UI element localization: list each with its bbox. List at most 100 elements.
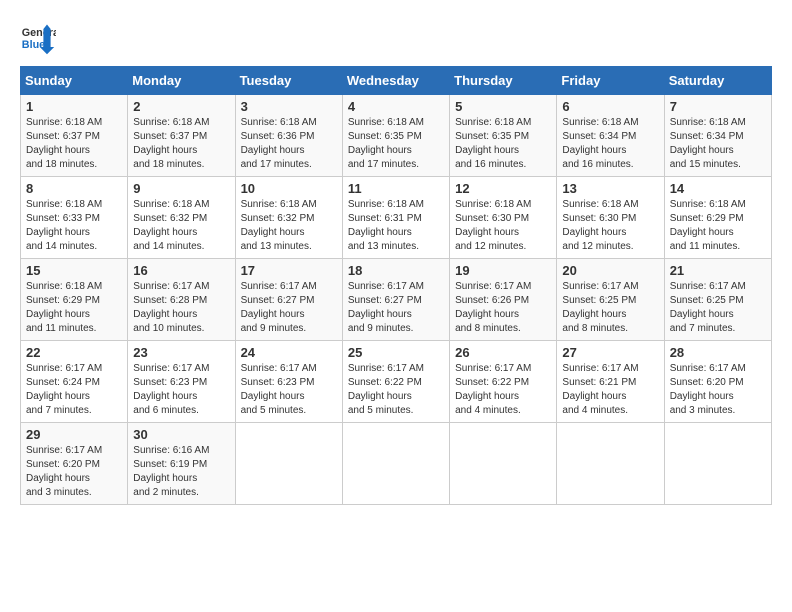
svg-text:General: General xyxy=(22,27,56,39)
calendar-cell: 24 Sunrise: 6:17 AMSunset: 6:23 PMDaylig… xyxy=(235,341,342,423)
svg-text:Blue: Blue xyxy=(22,39,45,51)
calendar-cell xyxy=(342,423,449,505)
day-number: 1 xyxy=(26,99,122,114)
calendar-cell: 17 Sunrise: 6:17 AMSunset: 6:27 PMDaylig… xyxy=(235,259,342,341)
day-info: Sunrise: 6:18 AMSunset: 6:31 PMDaylight … xyxy=(348,199,424,252)
day-info: Sunrise: 6:18 AMSunset: 6:32 PMDaylight … xyxy=(241,199,317,252)
weekday-header: Sunday xyxy=(21,67,128,95)
day-number: 12 xyxy=(455,181,551,196)
calendar-cell: 28 Sunrise: 6:17 AMSunset: 6:20 PMDaylig… xyxy=(664,341,771,423)
calendar-cell: 20 Sunrise: 6:17 AMSunset: 6:25 PMDaylig… xyxy=(557,259,664,341)
calendar-cell: 21 Sunrise: 6:17 AMSunset: 6:25 PMDaylig… xyxy=(664,259,771,341)
day-number: 7 xyxy=(670,99,766,114)
day-info: Sunrise: 6:17 AMSunset: 6:24 PMDaylight … xyxy=(26,363,102,416)
day-number: 23 xyxy=(133,345,229,360)
calendar-cell: 5 Sunrise: 6:18 AMSunset: 6:35 PMDayligh… xyxy=(450,95,557,177)
calendar-cell: 16 Sunrise: 6:17 AMSunset: 6:28 PMDaylig… xyxy=(128,259,235,341)
calendar-cell: 6 Sunrise: 6:18 AMSunset: 6:34 PMDayligh… xyxy=(557,95,664,177)
calendar-cell: 18 Sunrise: 6:17 AMSunset: 6:27 PMDaylig… xyxy=(342,259,449,341)
day-info: Sunrise: 6:18 AMSunset: 6:32 PMDaylight … xyxy=(133,199,209,252)
day-info: Sunrise: 6:18 AMSunset: 6:33 PMDaylight … xyxy=(26,199,102,252)
day-number: 13 xyxy=(562,181,658,196)
weekday-header: Tuesday xyxy=(235,67,342,95)
calendar-cell: 9 Sunrise: 6:18 AMSunset: 6:32 PMDayligh… xyxy=(128,177,235,259)
calendar-cell: 14 Sunrise: 6:18 AMSunset: 6:29 PMDaylig… xyxy=(664,177,771,259)
day-info: Sunrise: 6:17 AMSunset: 6:25 PMDaylight … xyxy=(562,281,638,334)
weekday-header: Friday xyxy=(557,67,664,95)
weekday-header: Wednesday xyxy=(342,67,449,95)
weekday-header: Monday xyxy=(128,67,235,95)
day-number: 3 xyxy=(241,99,337,114)
day-info: Sunrise: 6:17 AMSunset: 6:21 PMDaylight … xyxy=(562,363,638,416)
day-number: 11 xyxy=(348,181,444,196)
calendar-cell: 22 Sunrise: 6:17 AMSunset: 6:24 PMDaylig… xyxy=(21,341,128,423)
calendar-cell: 12 Sunrise: 6:18 AMSunset: 6:30 PMDaylig… xyxy=(450,177,557,259)
calendar-cell: 15 Sunrise: 6:18 AMSunset: 6:29 PMDaylig… xyxy=(21,259,128,341)
day-number: 16 xyxy=(133,263,229,278)
day-info: Sunrise: 6:17 AMSunset: 6:27 PMDaylight … xyxy=(348,281,424,334)
day-number: 5 xyxy=(455,99,551,114)
calendar-cell: 25 Sunrise: 6:17 AMSunset: 6:22 PMDaylig… xyxy=(342,341,449,423)
calendar-cell: 10 Sunrise: 6:18 AMSunset: 6:32 PMDaylig… xyxy=(235,177,342,259)
day-info: Sunrise: 6:17 AMSunset: 6:20 PMDaylight … xyxy=(670,363,746,416)
calendar-cell: 30 Sunrise: 6:16 AMSunset: 6:19 PMDaylig… xyxy=(128,423,235,505)
day-number: 21 xyxy=(670,263,766,278)
day-info: Sunrise: 6:18 AMSunset: 6:36 PMDaylight … xyxy=(241,117,317,170)
weekday-header: Saturday xyxy=(664,67,771,95)
header: General Blue xyxy=(20,20,772,56)
calendar-cell: 13 Sunrise: 6:18 AMSunset: 6:30 PMDaylig… xyxy=(557,177,664,259)
day-info: Sunrise: 6:18 AMSunset: 6:37 PMDaylight … xyxy=(133,117,209,170)
calendar-cell: 23 Sunrise: 6:17 AMSunset: 6:23 PMDaylig… xyxy=(128,341,235,423)
calendar-cell: 29 Sunrise: 6:17 AMSunset: 6:20 PMDaylig… xyxy=(21,423,128,505)
calendar-cell xyxy=(557,423,664,505)
calendar-cell xyxy=(450,423,557,505)
calendar-table: SundayMondayTuesdayWednesdayThursdayFrid… xyxy=(20,66,772,505)
calendar-cell xyxy=(235,423,342,505)
calendar-cell: 26 Sunrise: 6:17 AMSunset: 6:22 PMDaylig… xyxy=(450,341,557,423)
day-info: Sunrise: 6:17 AMSunset: 6:22 PMDaylight … xyxy=(455,363,531,416)
day-info: Sunrise: 6:17 AMSunset: 6:22 PMDaylight … xyxy=(348,363,424,416)
weekday-header: Thursday xyxy=(450,67,557,95)
day-number: 28 xyxy=(670,345,766,360)
day-info: Sunrise: 6:17 AMSunset: 6:20 PMDaylight … xyxy=(26,445,102,498)
day-number: 15 xyxy=(26,263,122,278)
calendar-cell: 7 Sunrise: 6:18 AMSunset: 6:34 PMDayligh… xyxy=(664,95,771,177)
calendar-cell: 4 Sunrise: 6:18 AMSunset: 6:35 PMDayligh… xyxy=(342,95,449,177)
day-number: 19 xyxy=(455,263,551,278)
day-info: Sunrise: 6:18 AMSunset: 6:35 PMDaylight … xyxy=(455,117,531,170)
calendar-cell: 3 Sunrise: 6:18 AMSunset: 6:36 PMDayligh… xyxy=(235,95,342,177)
day-number: 29 xyxy=(26,427,122,442)
day-number: 4 xyxy=(348,99,444,114)
day-number: 30 xyxy=(133,427,229,442)
calendar-cell: 2 Sunrise: 6:18 AMSunset: 6:37 PMDayligh… xyxy=(128,95,235,177)
calendar-cell: 27 Sunrise: 6:17 AMSunset: 6:21 PMDaylig… xyxy=(557,341,664,423)
day-info: Sunrise: 6:18 AMSunset: 6:30 PMDaylight … xyxy=(455,199,531,252)
day-number: 20 xyxy=(562,263,658,278)
day-info: Sunrise: 6:18 AMSunset: 6:29 PMDaylight … xyxy=(670,199,746,252)
day-info: Sunrise: 6:17 AMSunset: 6:26 PMDaylight … xyxy=(455,281,531,334)
day-info: Sunrise: 6:18 AMSunset: 6:29 PMDaylight … xyxy=(26,281,102,334)
calendar-cell: 8 Sunrise: 6:18 AMSunset: 6:33 PMDayligh… xyxy=(21,177,128,259)
day-number: 22 xyxy=(26,345,122,360)
calendar-cell: 19 Sunrise: 6:17 AMSunset: 6:26 PMDaylig… xyxy=(450,259,557,341)
day-number: 9 xyxy=(133,181,229,196)
day-info: Sunrise: 6:16 AMSunset: 6:19 PMDaylight … xyxy=(133,445,209,498)
day-info: Sunrise: 6:18 AMSunset: 6:34 PMDaylight … xyxy=(562,117,638,170)
logo: General Blue xyxy=(20,20,56,56)
day-number: 24 xyxy=(241,345,337,360)
day-number: 25 xyxy=(348,345,444,360)
day-number: 17 xyxy=(241,263,337,278)
day-info: Sunrise: 6:17 AMSunset: 6:25 PMDaylight … xyxy=(670,281,746,334)
day-info: Sunrise: 6:17 AMSunset: 6:23 PMDaylight … xyxy=(241,363,317,416)
day-info: Sunrise: 6:17 AMSunset: 6:28 PMDaylight … xyxy=(133,281,209,334)
calendar-cell: 11 Sunrise: 6:18 AMSunset: 6:31 PMDaylig… xyxy=(342,177,449,259)
day-info: Sunrise: 6:18 AMSunset: 6:34 PMDaylight … xyxy=(670,117,746,170)
day-number: 8 xyxy=(26,181,122,196)
logo-icon: General Blue xyxy=(20,20,56,56)
day-number: 6 xyxy=(562,99,658,114)
day-number: 10 xyxy=(241,181,337,196)
day-info: Sunrise: 6:18 AMSunset: 6:35 PMDaylight … xyxy=(348,117,424,170)
day-info: Sunrise: 6:18 AMSunset: 6:30 PMDaylight … xyxy=(562,199,638,252)
calendar-cell: 1 Sunrise: 6:18 AMSunset: 6:37 PMDayligh… xyxy=(21,95,128,177)
day-number: 14 xyxy=(670,181,766,196)
